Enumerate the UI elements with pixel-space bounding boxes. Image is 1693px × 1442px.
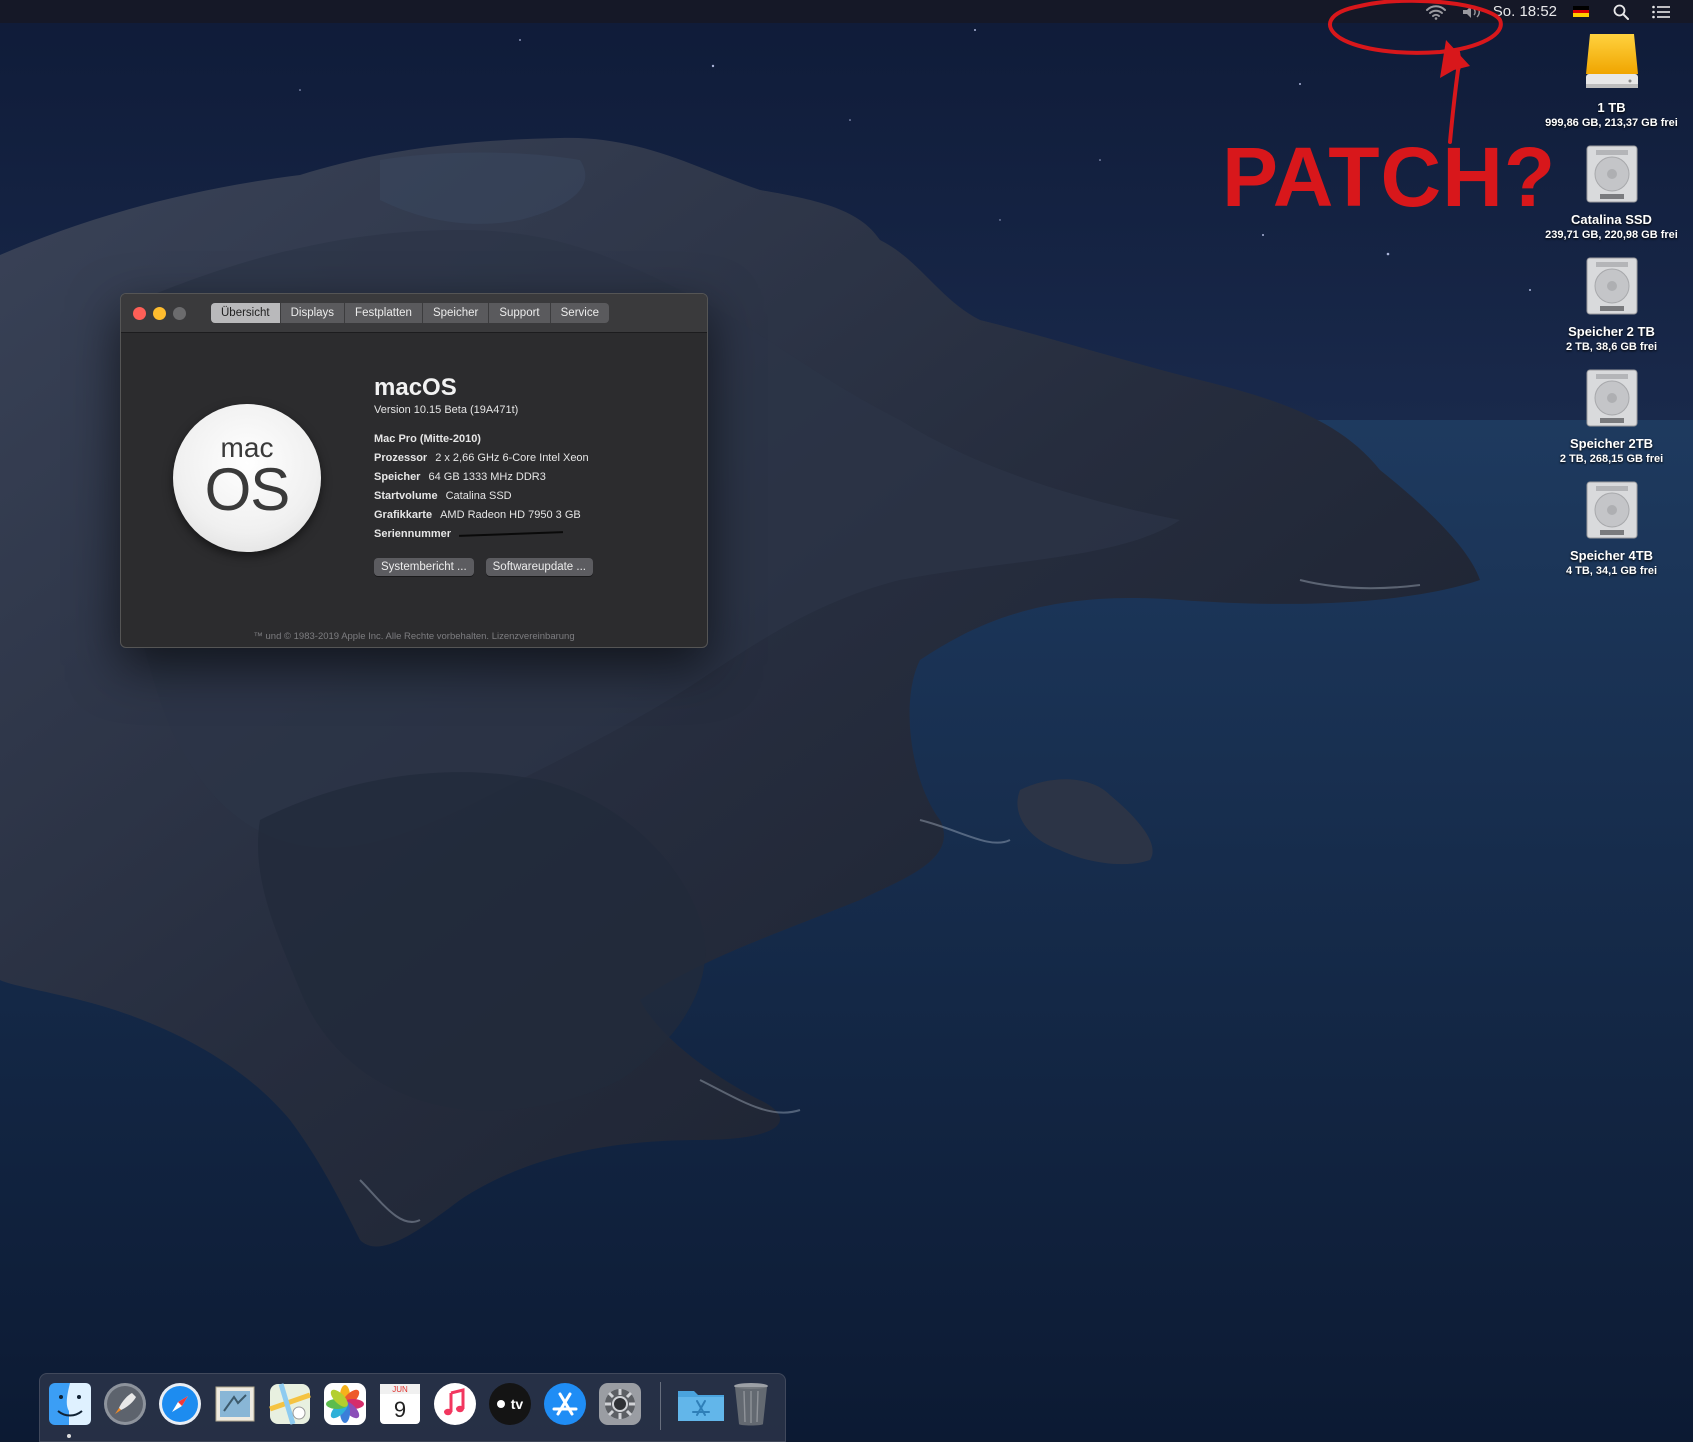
spec-model: Mac Pro (Mitte-2010)	[374, 433, 481, 445]
desktop-drive-catalina-ssd[interactable]: Catalina SSD 239,71 GB, 220,98 GB frei	[1530, 142, 1693, 241]
desktop-drive-name: Catalina SSD	[1571, 212, 1652, 227]
spec-row: Prozessor 2 x 2,66 GHz 6-Core Intel Xeon	[374, 449, 694, 468]
spotlight-search-icon[interactable]	[1611, 0, 1631, 23]
copyright-footer[interactable]: ™ und © 1983-2019 Apple Inc. Alle Rechte…	[121, 631, 707, 642]
spec-label: Grafikkarte	[374, 509, 433, 521]
external-drive-icon	[1585, 34, 1638, 88]
app-store-icon[interactable]	[542, 1381, 588, 1427]
safari-icon[interactable]	[157, 1381, 203, 1427]
desktop-drive-speicher-4tb[interactable]: Speicher 4TB 4 TB, 34,1 GB frei	[1530, 478, 1693, 577]
running-indicator	[67, 1434, 71, 1438]
calendar-icon[interactable]: JUN 9	[377, 1381, 423, 1427]
os-version: Version 10.15 Beta (19A471t)	[374, 404, 519, 416]
tab-speicher[interactable]: Speicher	[423, 303, 490, 323]
wifi-icon[interactable]	[1421, 0, 1451, 23]
spec-label: Startvolume	[374, 490, 438, 502]
finder-icon[interactable]	[47, 1381, 93, 1427]
tab-festplatten[interactable]: Festplatten	[345, 303, 423, 323]
spec-value: 2 x 2,66 GHz 6-Core Intel Xeon	[435, 452, 589, 464]
spec-row: Speicher 64 GB 1333 MHz DDR3	[374, 468, 694, 487]
macos-logo: mac OS	[173, 404, 321, 552]
desktop-drive-speicher-2tb[interactable]: Speicher 2TB 2 TB, 268,15 GB frei	[1530, 366, 1693, 465]
desktop-drive-speicher-2-tb[interactable]: Speicher 2 TB 2 TB, 38,6 GB frei	[1530, 254, 1693, 353]
tab-service[interactable]: Service	[551, 303, 609, 323]
dock-separator	[660, 1382, 661, 1430]
desktop-drive-info: 999,86 GB, 213,37 GB frei	[1545, 117, 1678, 129]
spec-value: Catalina SSD	[445, 490, 512, 502]
spec-value: 64 GB 1333 MHz DDR3	[428, 471, 546, 483]
launchpad-icon[interactable]	[102, 1381, 148, 1427]
spec-label: Speicher	[374, 471, 421, 483]
mail-icon[interactable]	[212, 1381, 258, 1427]
volume-icon[interactable]	[1459, 0, 1485, 23]
zoom-button[interactable]	[173, 307, 186, 320]
spec-value: AMD Radeon HD 7950 3 GB	[440, 509, 581, 521]
desktop-drive-name: Speicher 4TB	[1569, 548, 1654, 563]
trash-icon[interactable]	[731, 1381, 777, 1427]
desktop-drive-info: 4 TB, 34,1 GB frei	[1565, 565, 1658, 577]
system-preferences-icon[interactable]	[597, 1381, 643, 1427]
internal-drive-icon	[1586, 369, 1637, 427]
tab-uebersicht[interactable]: Übersicht	[211, 303, 281, 323]
internal-drive-icon	[1586, 481, 1637, 539]
tv-label: tv	[511, 1396, 524, 1412]
desktop-drive-info: 2 TB, 38,6 GB frei	[1565, 341, 1658, 353]
tab-displays[interactable]: Displays	[281, 303, 346, 323]
desktop-drive-info: 2 TB, 268,15 GB frei	[1559, 453, 1664, 465]
applications-folder-icon[interactable]	[676, 1381, 724, 1427]
minimize-button[interactable]	[153, 307, 166, 320]
about-this-mac-window: Übersicht Displays Festplatten Speicher …	[120, 293, 708, 648]
serial-redaction	[459, 531, 564, 537]
tab-bar: Übersicht Displays Festplatten Speicher …	[211, 303, 609, 323]
calendar-day: 9	[394, 1397, 406, 1422]
desktop-drive-name: 1 TB	[1597, 100, 1626, 115]
german-flag-icon[interactable]	[1573, 6, 1589, 18]
logo-text-bottom: OS	[204, 456, 291, 523]
notification-center-icon[interactable]	[1651, 0, 1671, 23]
system-report-button[interactable]: Systembericht ...	[374, 558, 474, 576]
music-icon[interactable]	[432, 1381, 478, 1427]
close-button[interactable]	[133, 307, 146, 320]
desktop-drive-1tb[interactable]: 1 TB 999,86 GB, 213,37 GB frei	[1530, 30, 1693, 129]
spec-label: Prozessor	[374, 452, 428, 464]
internal-drive-icon	[1586, 257, 1637, 315]
software-update-button[interactable]: Softwareupdate ...	[485, 558, 593, 576]
menu-clock[interactable]: So. 18:52	[1493, 0, 1557, 23]
desktop-drive-name: Speicher 2 TB	[1568, 324, 1655, 339]
menu-bar: So. 18:52	[0, 0, 1693, 23]
spec-row: Grafikkarte AMD Radeon HD 7950 3 GB	[374, 506, 694, 525]
action-buttons: Systembericht ... Softwareupdate ...	[374, 558, 694, 576]
spec-row: Seriennummer	[374, 525, 694, 544]
dock: JUN 9 tv	[39, 1373, 786, 1442]
spec-list: Mac Pro (Mitte-2010) Prozessor 2 x 2,66 G…	[374, 430, 694, 544]
desktop-drive-name: Speicher 2TB	[1569, 436, 1654, 451]
spec-row: Startvolume Catalina SSD	[374, 487, 694, 506]
window-titlebar[interactable]: Übersicht Displays Festplatten Speicher …	[121, 294, 707, 333]
annotation-patch-text: PATCH?	[1222, 130, 1557, 224]
apple-tv-icon[interactable]: tv	[487, 1381, 533, 1427]
photos-icon[interactable]	[322, 1381, 368, 1427]
calendar-month: JUN	[392, 1385, 408, 1394]
internal-drive-icon	[1586, 145, 1637, 203]
spec-label: Seriennummer	[374, 528, 452, 540]
desktop-drive-info: 239,71 GB, 220,98 GB frei	[1545, 229, 1678, 241]
os-name: macOS	[374, 374, 457, 401]
tab-support[interactable]: Support	[489, 303, 551, 323]
maps-icon[interactable]	[267, 1381, 313, 1427]
system-info: macOS Version 10.15 Beta (19A471t) Mac P…	[374, 374, 694, 576]
